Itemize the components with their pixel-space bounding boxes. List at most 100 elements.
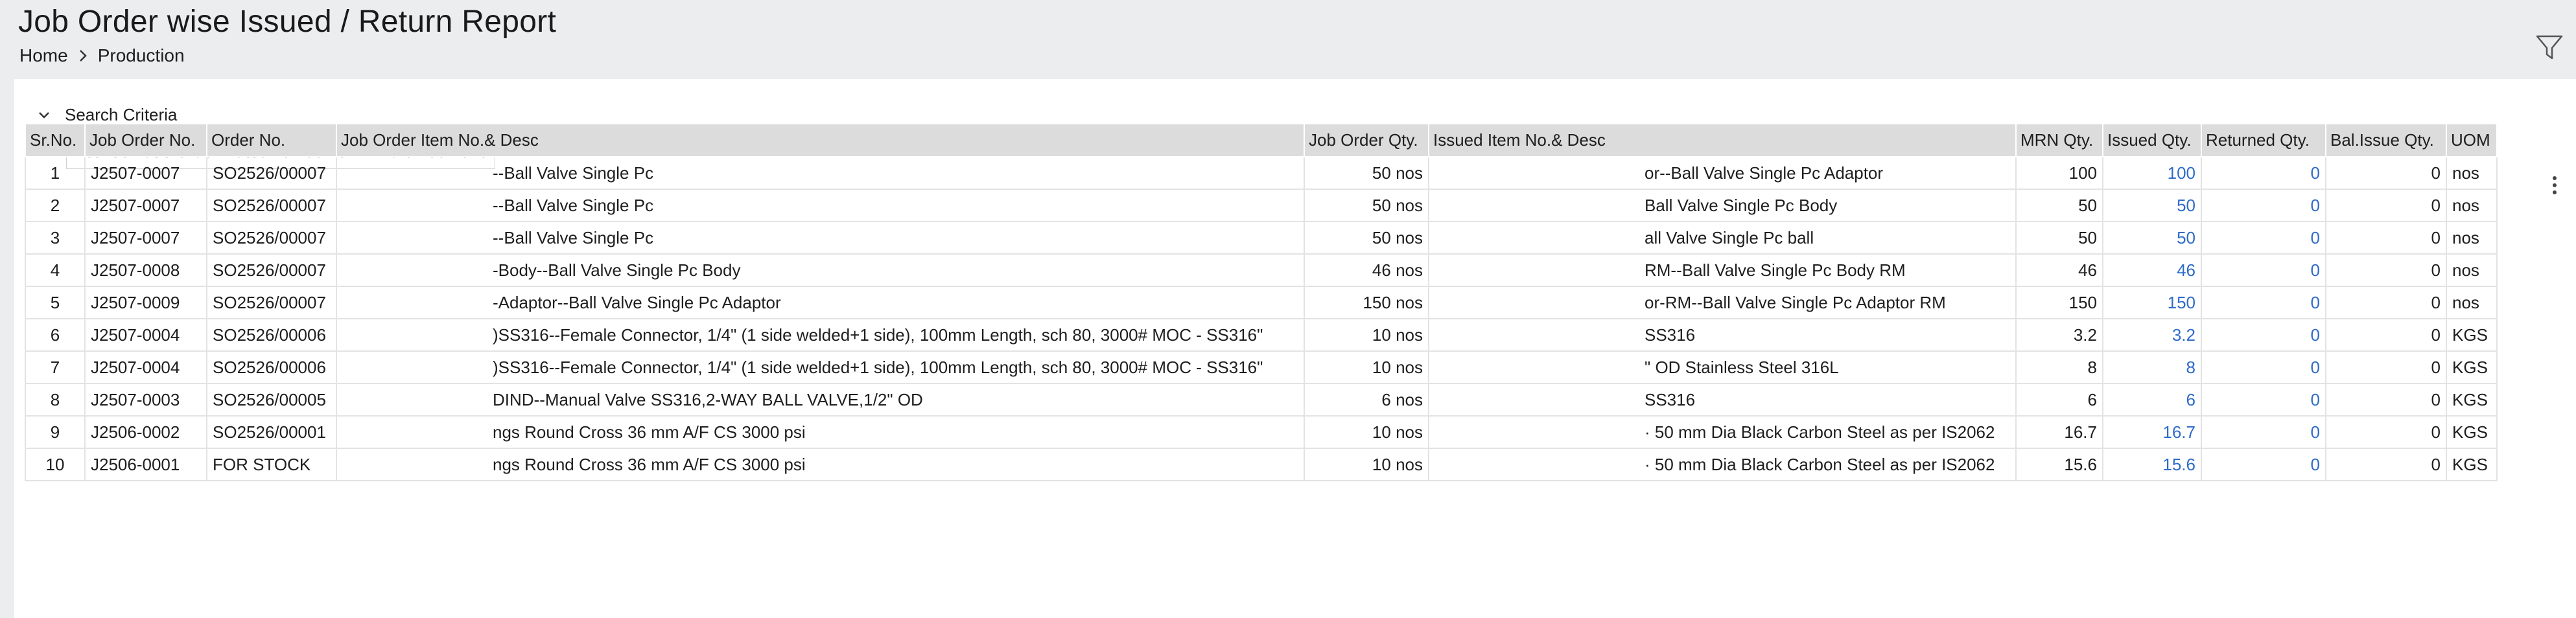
cell-issued-item-text: SS316: [1645, 325, 1696, 345]
cell-mrn-qty: 3.2: [2015, 318, 2103, 352]
cell-job-order-item-text: )SS316--Female Connector, 1/4" (1 side w…: [493, 325, 1263, 345]
cell-bal-issue-qty: 0: [2325, 448, 2447, 481]
cell-issued-qty[interactable]: 50: [2102, 221, 2202, 255]
col-header-bal-issue-qty[interactable]: Bal.Issue Qty.: [2325, 123, 2447, 157]
cell-job-order-item-text: -Body--Ball Valve Single Pc Body: [493, 260, 741, 280]
cell-uom: KGS: [2446, 318, 2498, 352]
cell-bal-issue-qty: 0: [2325, 221, 2447, 255]
breadcrumb: Home Production: [19, 45, 185, 66]
search-criteria-toggle[interactable]: Search Criteria: [38, 105, 177, 125]
cell-issued-qty[interactable]: 3.2: [2102, 318, 2202, 352]
cell-job-order-item: -Body--Ball Valve Single Pc Body: [336, 253, 1305, 287]
search-criteria-label: Search Criteria: [65, 105, 178, 124]
cell-returned-qty[interactable]: 0: [2201, 383, 2326, 417]
cell-sr-no: 3: [25, 221, 86, 255]
cell-bal-issue-qty: 0: [2325, 383, 2447, 417]
cell-issued-item: SS316: [1428, 383, 2017, 417]
cell-issued-item-text: SS316: [1645, 389, 1696, 409]
table-row: 1 J2507-0007 SO2526/00007 --Ball Valve Sing…: [25, 156, 2498, 190]
cell-bal-issue-qty: 0: [2325, 189, 2447, 222]
table-row: 4 J2507-0008 SO2526/00007 -Body--Ball Valve…: [25, 253, 2498, 287]
cell-job-order-qty: 10 nos: [1304, 415, 1429, 449]
cell-issued-item-text: RM--Ball Valve Single Pc Body RM: [1645, 260, 1906, 280]
cell-job-order-no: J2507-0004: [84, 318, 207, 352]
cell-job-order-qty: 150 nos: [1304, 286, 1429, 319]
cell-returned-qty[interactable]: 0: [2201, 448, 2326, 481]
filter-funnel-icon[interactable]: [2535, 32, 2564, 62]
cell-returned-qty[interactable]: 0: [2201, 156, 2326, 190]
chevron-down-icon: [38, 111, 51, 120]
report-table: Sr.No. Job Order No. Order No. Job Order…: [25, 123, 2498, 481]
cell-returned-qty[interactable]: 0: [2201, 350, 2326, 384]
col-header-mrn-qty[interactable]: MRN Qty.: [2015, 123, 2103, 157]
cell-issued-item: RM--Ball Valve Single Pc Body RM: [1428, 253, 2017, 287]
cell-mrn-qty: 50: [2015, 221, 2103, 255]
cell-sr-no: 9: [25, 415, 86, 449]
cell-order-no: SO2526/00005: [206, 383, 337, 417]
cell-job-order-qty: 46 nos: [1304, 253, 1429, 287]
cell-job-order-item: )SS316--Female Connector, 1/4" (1 side w…: [336, 350, 1305, 384]
cell-issued-qty[interactable]: 6: [2102, 383, 2202, 417]
cell-mrn-qty: 6: [2015, 383, 2103, 417]
col-header-order-no[interactable]: Order No.: [206, 123, 337, 157]
col-header-job-order-qty[interactable]: Job Order Qty.: [1304, 123, 1429, 157]
col-header-sr-no[interactable]: Sr.No.: [25, 123, 86, 157]
cell-order-no: SO2526/00006: [206, 350, 337, 384]
cell-order-no: SO2526/00001: [206, 415, 337, 449]
cell-job-order-qty: 10 nos: [1304, 350, 1429, 384]
cell-returned-qty[interactable]: 0: [2201, 286, 2326, 319]
cell-job-order-no: J2507-0009: [84, 286, 207, 319]
cell-order-no: SO2526/00006: [206, 318, 337, 352]
cell-job-order-no: J2507-0003: [84, 383, 207, 417]
breadcrumb-home[interactable]: Home: [19, 45, 68, 66]
cell-returned-qty[interactable]: 0: [2201, 189, 2326, 222]
cell-issued-qty[interactable]: 16.7: [2102, 415, 2202, 449]
cell-returned-qty[interactable]: 0: [2201, 318, 2326, 352]
cell-issued-item: or--Ball Valve Single Pc Adaptor: [1428, 156, 2017, 190]
col-header-returned-qty[interactable]: Returned Qty.: [2201, 123, 2326, 157]
col-header-job-order-item[interactable]: Job Order Item No.& Desc: [336, 123, 1305, 157]
cell-job-order-qty: 10 nos: [1304, 318, 1429, 352]
cell-issued-item-text: · 50 mm Dia Black Carbon Steel as per IS…: [1645, 454, 1995, 474]
more-vertical-icon[interactable]: [2547, 174, 2562, 197]
col-header-issued-qty[interactable]: Issued Qty.: [2102, 123, 2202, 157]
cell-issued-qty[interactable]: 150: [2102, 286, 2202, 319]
cell-job-order-item: DIND--Manual Valve SS316,2-WAY BALL VALV…: [336, 383, 1305, 417]
cell-order-no: SO2526/00007: [206, 253, 337, 287]
cell-sr-no: 8: [25, 383, 86, 417]
table-row: 8 J2507-0003 SO2526/00005 DIND--Manual Valv…: [25, 383, 2498, 417]
cell-job-order-item-text: --Ball Valve Single Pc: [493, 195, 654, 215]
cell-uom: nos: [2446, 253, 2498, 287]
cell-issued-item: Ball Valve Single Pc Body: [1428, 189, 2017, 222]
cell-uom: nos: [2446, 156, 2498, 190]
cell-job-order-no: J2506-0002: [84, 415, 207, 449]
cell-bal-issue-qty: 0: [2325, 253, 2447, 287]
cell-order-no: SO2526/00007: [206, 286, 337, 319]
cell-bal-issue-qty: 0: [2325, 156, 2447, 190]
cell-job-order-no: J2507-0007: [84, 221, 207, 255]
cell-issued-qty[interactable]: 100: [2102, 156, 2202, 190]
cell-job-order-item: --Ball Valve Single Pc: [336, 189, 1305, 222]
cell-mrn-qty: 15.6: [2015, 448, 2103, 481]
cell-mrn-qty: 50: [2015, 189, 2103, 222]
table-row: 10 J2506-0001 FOR STOCK ngs Round Cross 36 …: [25, 448, 2498, 481]
cell-job-order-item: --Ball Valve Single Pc: [336, 156, 1305, 190]
cell-issued-qty[interactable]: 46: [2102, 253, 2202, 287]
cell-issued-qty[interactable]: 50: [2102, 189, 2202, 222]
breadcrumb-current: Production: [97, 45, 185, 65]
cell-sr-no: 4: [25, 253, 86, 287]
cell-issued-qty[interactable]: 8: [2102, 350, 2202, 384]
col-header-issued-item[interactable]: Issued Item No.& Desc: [1428, 123, 2017, 157]
cell-returned-qty[interactable]: 0: [2201, 415, 2326, 449]
cell-returned-qty[interactable]: 0: [2201, 253, 2326, 287]
cell-sr-no: 6: [25, 318, 86, 352]
cell-job-order-item-text: DIND--Manual Valve SS316,2-WAY BALL VALV…: [493, 389, 923, 409]
cell-bal-issue-qty: 0: [2325, 350, 2447, 384]
col-header-uom[interactable]: UOM: [2446, 123, 2498, 157]
cell-uom: nos: [2446, 286, 2498, 319]
cell-job-order-item: --Ball Valve Single Pc: [336, 221, 1305, 255]
col-header-job-order-no[interactable]: Job Order No.: [84, 123, 207, 157]
page-title: Job Order wise Issued / Return Report: [18, 5, 557, 39]
cell-returned-qty[interactable]: 0: [2201, 221, 2326, 255]
cell-issued-qty[interactable]: 15.6: [2102, 448, 2202, 481]
